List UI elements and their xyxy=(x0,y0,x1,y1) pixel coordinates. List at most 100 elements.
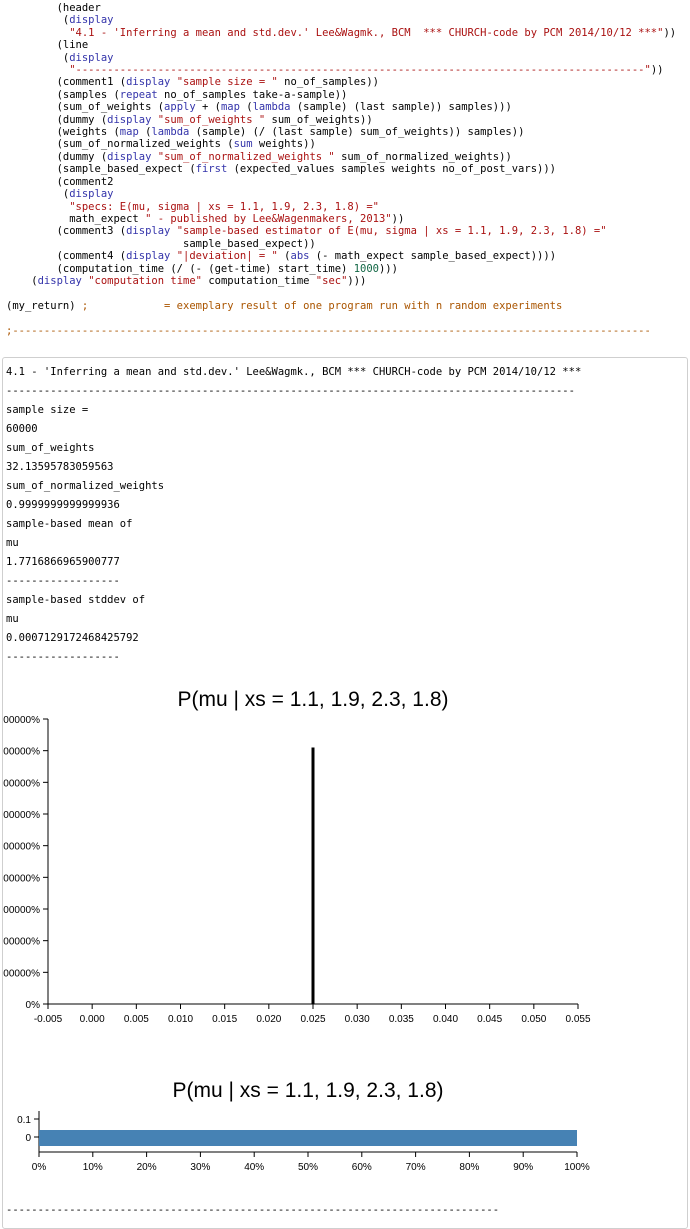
code-token: display xyxy=(69,188,114,201)
code-token: (dummy ( xyxy=(6,150,108,163)
code-token: (samples ( xyxy=(6,88,120,101)
x-tick-label: -0.005 xyxy=(34,1014,63,1025)
y-tick-label: 0.1 xyxy=(17,1115,31,1126)
code-token: display xyxy=(107,113,152,126)
output-line: mu xyxy=(6,537,19,549)
code-token: (weights ( xyxy=(6,126,120,139)
code-token: ;---------------------------------------… xyxy=(6,324,651,337)
histogram-svg: P(mu | xs = 1.1, 1.9, 2.3, 1.8) -0.005 0.0… xyxy=(3,688,591,1025)
code-line: (comment4 (display "|deviation| = " (abs… xyxy=(6,250,676,262)
x-tick-label: 40% xyxy=(244,1162,264,1173)
code-token: "4.1 - 'Inferring a mean and std.dev.' L… xyxy=(69,26,664,39)
code-token: first xyxy=(195,163,228,176)
y-tick-label: 00000% xyxy=(3,968,40,979)
x-tick-label: 0.055 xyxy=(565,1014,590,1025)
code-token: (sample) (last sample)) samples))) xyxy=(290,101,512,114)
code-token: + ( xyxy=(195,101,221,114)
y-tick-label: 00000% xyxy=(3,747,40,758)
code-line: (display "computation time" computation_… xyxy=(6,275,676,287)
output-line: sum_of_weights xyxy=(6,442,95,454)
x-tick-label: 0.035 xyxy=(389,1014,414,1025)
x-tick-label: 0.025 xyxy=(300,1014,325,1025)
code-token: )) xyxy=(663,26,677,39)
x-tick-label: 20% xyxy=(137,1162,157,1173)
percent-bar-chart: P(mu | xs = 1.1, 1.9, 2.3, 1.8) 0.1 0 0% 10%… xyxy=(3,1066,603,1180)
chart-title: P(mu | xs = 1.1, 1.9, 2.3, 1.8) xyxy=(172,1079,443,1102)
code-token: (comment1 ( xyxy=(6,76,127,89)
percent-bar-svg: P(mu | xs = 1.1, 1.9, 2.3, 1.8) 0.1 0 0% 10%… xyxy=(17,1079,590,1173)
code-token: ))) xyxy=(347,274,367,287)
code-editor[interactable]: (header (display "4.1 - 'Inferring a mea… xyxy=(6,2,676,337)
code-token: display xyxy=(37,274,82,287)
y-tick-label: 00000% xyxy=(3,778,40,789)
code-token: repeat xyxy=(119,88,158,101)
code-token: (line xyxy=(6,39,89,52)
code-line: (comment1 (display "sample size = " no_o… xyxy=(6,76,676,88)
code-token: "---------------------------------------… xyxy=(69,64,651,77)
code-line: sample_based_expect)) xyxy=(6,238,676,250)
code-token: 1000 xyxy=(353,262,379,275)
code-token: display xyxy=(126,76,171,89)
code-token: "sample-based estimator of E(mu, sigma |… xyxy=(176,225,607,238)
code-token: abs xyxy=(290,250,310,263)
code-line: (display xyxy=(6,188,676,200)
x-tick-label: 0.005 xyxy=(124,1014,149,1025)
code-token: display xyxy=(107,150,152,163)
code-token: "sum_of_weights " xyxy=(157,113,266,126)
code-token: (sample) (/ (last sample) sum_of_weights… xyxy=(189,126,525,139)
code-token: map xyxy=(119,126,139,139)
output-line: 60000 xyxy=(6,423,38,435)
x-tick-label: 90% xyxy=(513,1162,533,1173)
code-token: (header xyxy=(6,2,101,14)
y-tick-label: 00000% xyxy=(3,905,40,916)
code-token: "|deviation| = " xyxy=(176,250,278,263)
output-line: 0.9999999999999936 xyxy=(6,499,120,511)
code-token: computation_time xyxy=(202,274,316,287)
code-token: ; = exemplary result of one program run … xyxy=(81,299,563,312)
code-token: "sec" xyxy=(315,274,348,287)
code-line: (weights (map (lambda (sample) (/ (last … xyxy=(6,126,676,138)
histogram-chart: P(mu | xs = 1.1, 1.9, 2.3, 1.8) -0.005 0.0… xyxy=(3,676,603,1040)
code-token: lambda xyxy=(252,101,291,114)
output-line: 0.0007129172468425792 xyxy=(6,632,139,644)
code-token: ( xyxy=(6,51,70,64)
x-tick-label: 0.010 xyxy=(168,1014,193,1025)
code-token: ( xyxy=(138,126,152,139)
code-token: no_of_samples)) xyxy=(277,76,380,89)
code-token: apply xyxy=(164,101,196,114)
code-token: (comment3 ( xyxy=(6,225,127,238)
y-tick-label: 00000% xyxy=(3,842,40,853)
code-token: ( xyxy=(277,250,291,263)
chart-title: P(mu | xs = 1.1, 1.9, 2.3, 1.8) xyxy=(177,688,448,711)
output-line: sample size = xyxy=(6,404,89,416)
output-line: mu xyxy=(6,613,19,625)
output-line: sample-based mean of xyxy=(6,518,133,530)
y-tick-label: 0% xyxy=(26,1000,41,1011)
output-line: ----------------------------------------… xyxy=(6,385,575,397)
code-token: (sum_of_weights ( xyxy=(6,101,165,114)
code-token: sum_of_normalized_weights)) xyxy=(334,150,512,163)
code-line: (comment3 (display "sample-based estimat… xyxy=(6,225,676,237)
code-token: "computation time" xyxy=(88,274,202,287)
x-tick-label: 80% xyxy=(459,1162,479,1173)
code-token: weights)) xyxy=(252,138,316,151)
x-tick-label: 0% xyxy=(32,1162,47,1173)
x-tick-label: 0.000 xyxy=(80,1014,105,1025)
y-tick-label: 00000% xyxy=(3,810,40,821)
code-line: ;---------------------------------------… xyxy=(6,325,676,337)
code-token: (sample_based_expect ( xyxy=(6,163,196,176)
y-tick-label: 00000% xyxy=(3,715,40,726)
output-panel: 4.1 - 'Inferring a mean and std.dev.' Le… xyxy=(2,357,688,1229)
code-line: "4.1 - 'Inferring a mean and std.dev.' L… xyxy=(6,27,676,39)
x-tick-label: 10% xyxy=(83,1162,103,1173)
output-line: 32.13595783059563 xyxy=(6,461,114,473)
code-token: sum xyxy=(233,138,253,151)
x-tick-label: 100% xyxy=(564,1162,590,1173)
code-line: (computation_time (/ (- (get-time) start… xyxy=(6,263,676,275)
code-line: (display xyxy=(6,14,676,26)
output-line: ------------------ xyxy=(6,575,120,587)
output-line: sum_of_normalized_weights xyxy=(6,480,165,492)
